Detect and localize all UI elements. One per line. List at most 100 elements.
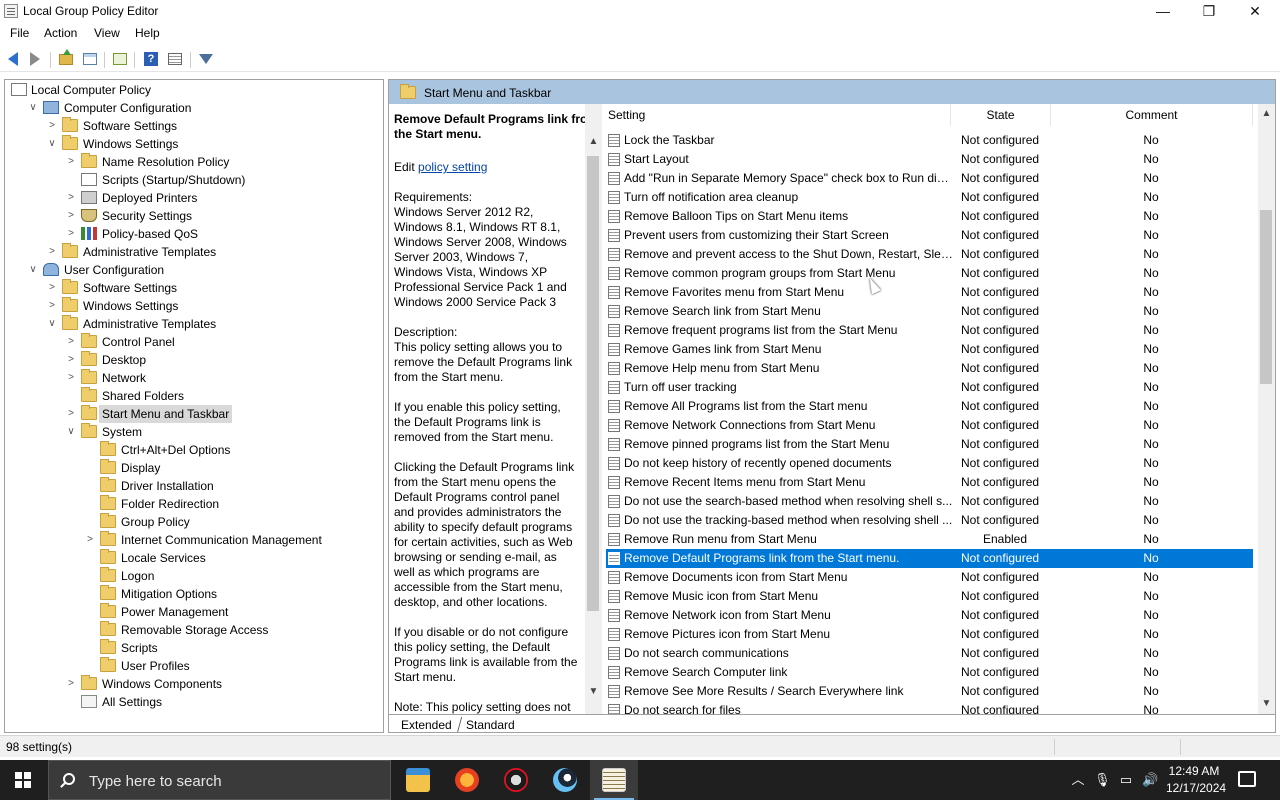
tree-node[interactable]: ∨ Computer Configuration [5, 99, 383, 117]
tree-node[interactable]: > Desktop [5, 351, 383, 369]
tree-node[interactable]: Ctrl+Alt+Del Options [5, 441, 383, 459]
taskbar-app-3[interactable] [492, 760, 540, 800]
edit-policy-setting-link[interactable]: policy setting [418, 160, 487, 174]
tree-node[interactable]: ∨ Administrative Templates [5, 315, 383, 333]
column-header-setting[interactable]: Setting [603, 104, 951, 126]
tree-node[interactable]: > Network [5, 369, 383, 387]
setting-row[interactable]: Remove pinned programs list from the Sta… [606, 435, 1253, 454]
menu-help[interactable]: Help [135, 26, 160, 40]
tree-node[interactable]: Power Management [5, 603, 383, 621]
collapse-chevron-icon[interactable]: ∨ [46, 135, 58, 153]
taskbar-clock[interactable]: 12:49 AM 12/17/2024 [1166, 763, 1226, 797]
tree-node[interactable]: Scripts (Startup/Shutdown) [5, 171, 383, 189]
scroll-up-icon[interactable]: ▲ [1258, 106, 1275, 122]
setting-row[interactable]: Remove Search link from Start Menu Not co… [606, 302, 1253, 321]
expand-chevron-icon[interactable]: > [46, 243, 58, 261]
back-arrow-icon[interactable] [4, 50, 22, 68]
taskbar-search-box[interactable]: Type here to search [48, 760, 391, 800]
setting-row[interactable]: Remove Recent Items menu from Start Menu… [606, 473, 1253, 492]
notifications-icon[interactable] [1238, 771, 1256, 787]
tree-node[interactable]: > Software Settings [5, 117, 383, 135]
setting-row[interactable]: Remove Documents icon from Start Menu Not… [606, 568, 1253, 587]
setting-row[interactable]: Remove Network icon from Start Menu Not c… [606, 606, 1253, 625]
setting-row[interactable]: Remove Music icon from Start Menu Not con… [606, 587, 1253, 606]
maximize-button[interactable]: ❐ [1186, 0, 1232, 22]
tree-node[interactable]: Removable Storage Access [5, 621, 383, 639]
tree-node[interactable]: > Security Settings [5, 207, 383, 225]
setting-row[interactable]: Remove Default Programs link from the St… [606, 549, 1253, 568]
setting-row[interactable]: Turn off user tracking Not configured No [606, 378, 1253, 397]
expand-chevron-icon[interactable]: > [65, 189, 77, 207]
taskbar-file-explorer[interactable] [394, 760, 442, 800]
volume-icon[interactable]: 🔊 [1142, 772, 1158, 788]
column-header-state[interactable]: State [951, 104, 1051, 126]
tree-node[interactable]: > Software Settings [5, 279, 383, 297]
collapse-chevron-icon[interactable]: ∨ [27, 99, 39, 117]
export-list-icon[interactable] [111, 50, 129, 68]
tree-node[interactable]: Folder Redirection [5, 495, 383, 513]
setting-row[interactable]: Remove All Programs list from the Start … [606, 397, 1253, 416]
setting-row[interactable]: Start Layout Not configured No [606, 150, 1253, 169]
tree-node[interactable]: > Windows Components [5, 675, 383, 693]
setting-row[interactable]: Remove frequent programs list from the S… [606, 321, 1253, 340]
description-scroll-thumb[interactable] [587, 156, 599, 611]
start-button[interactable] [0, 760, 48, 800]
tree-node[interactable]: Local Computer Policy [5, 81, 383, 99]
expand-chevron-icon[interactable]: > [46, 279, 58, 297]
forward-arrow-icon[interactable] [26, 50, 44, 68]
tree-node[interactable]: > Administrative Templates [5, 243, 383, 261]
scroll-down-icon[interactable]: ▼ [1258, 696, 1275, 712]
collapse-chevron-icon[interactable]: ∨ [27, 261, 39, 279]
tree-node[interactable]: > Policy-based QoS [5, 225, 383, 243]
tree-node[interactable]: Group Policy [5, 513, 383, 531]
settings-scroll-thumb[interactable] [1260, 210, 1272, 384]
tree-node[interactable]: Display [5, 459, 383, 477]
filter-icon[interactable] [197, 50, 215, 68]
expand-chevron-icon[interactable]: > [65, 207, 77, 225]
tree-node[interactable]: > Deployed Printers [5, 189, 383, 207]
tree-node[interactable]: > Control Panel [5, 333, 383, 351]
collapse-chevron-icon[interactable]: ∨ [46, 315, 58, 333]
tree-node[interactable]: User Profiles [5, 657, 383, 675]
setting-row[interactable]: Remove and prevent access to the Shut Do… [606, 245, 1253, 264]
setting-row[interactable]: Remove Favorites menu from Start Menu Not… [606, 283, 1253, 302]
tab-standard[interactable]: Standard [456, 717, 523, 732]
expand-chevron-icon[interactable]: > [65, 351, 77, 369]
setting-row[interactable]: Do not use the tracking-based method whe… [606, 511, 1253, 530]
menu-file[interactable]: File [10, 26, 29, 40]
expand-chevron-icon[interactable]: > [84, 531, 96, 549]
setting-row[interactable]: Remove common program groups from Start … [606, 264, 1253, 283]
tree-node[interactable]: Locale Services [5, 549, 383, 567]
menu-action[interactable]: Action [44, 26, 77, 40]
tree-node[interactable]: > Windows Settings [5, 297, 383, 315]
column-header-comment[interactable]: Comment [1051, 104, 1253, 126]
setting-row[interactable]: Prevent users from customizing their Sta… [606, 226, 1253, 245]
setting-row[interactable]: Do not use the search-based method when … [606, 492, 1253, 511]
setting-row[interactable]: Remove Pictures icon from Start Menu Not … [606, 625, 1253, 644]
setting-row[interactable]: Remove Run menu from Start Menu Enabled No [606, 530, 1253, 549]
setting-row[interactable]: Add "Run in Separate Memory Space" check… [606, 169, 1253, 188]
microphone-icon[interactable]: 🎙 [1094, 772, 1111, 788]
show-hide-tree-icon[interactable] [81, 50, 99, 68]
tree-node[interactable]: Logon [5, 567, 383, 585]
tree-node[interactable]: ∨ System [5, 423, 383, 441]
tree-node[interactable]: Scripts [5, 639, 383, 657]
tree-node[interactable]: Mitigation Options [5, 585, 383, 603]
setting-row[interactable]: Do not search for files Not configured No [606, 701, 1253, 714]
setting-row[interactable]: Remove Games link from Start Menu Not con… [606, 340, 1253, 359]
tree-node[interactable]: > Internet Communication Management [5, 531, 383, 549]
expand-chevron-icon[interactable]: > [65, 675, 77, 693]
tab-extended[interactable]: Extended [395, 717, 458, 732]
expand-chevron-icon[interactable]: > [65, 153, 77, 171]
expand-chevron-icon[interactable]: > [65, 225, 77, 243]
description-scrollbar[interactable]: ▲ ▼ [585, 104, 602, 714]
collapse-chevron-icon[interactable]: ∨ [65, 423, 77, 441]
tree-node[interactable]: > Start Menu and Taskbar [5, 405, 383, 423]
tree-node[interactable]: ∨ User Configuration [5, 261, 383, 279]
tree-node[interactable]: Shared Folders [5, 387, 383, 405]
network-icon[interactable]: ▭ [1118, 772, 1134, 788]
menu-view[interactable]: View [94, 26, 120, 40]
scroll-down-icon[interactable]: ▼ [585, 684, 602, 700]
setting-row[interactable]: Remove Network Connections from Start Me… [606, 416, 1253, 435]
taskbar-firefox[interactable] [443, 760, 491, 800]
